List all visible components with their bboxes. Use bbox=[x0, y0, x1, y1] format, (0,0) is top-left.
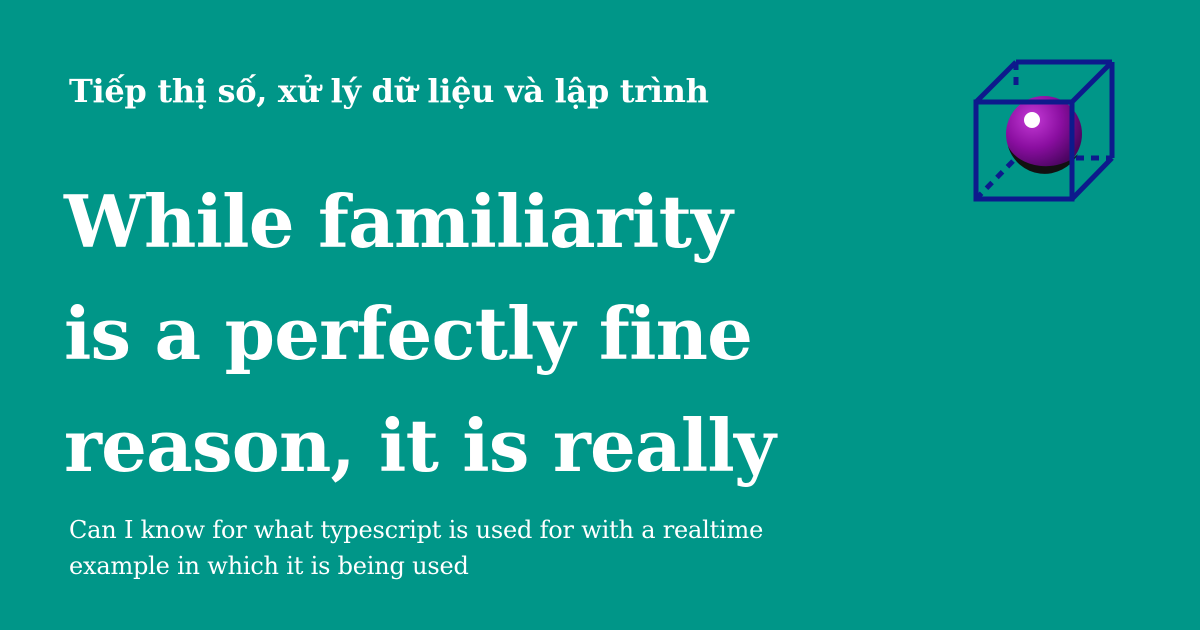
post-headline: While familiarity is a perfectly fine re… bbox=[64, 166, 894, 502]
cube-sphere-icon bbox=[973, 59, 1115, 202]
post-description: Can I know for what typescript is used f… bbox=[69, 512, 929, 584]
headline-line-2: is a perfectly fine bbox=[64, 291, 753, 376]
site-title: Tiếp thị số, xử lý dữ liệu và lập trình bbox=[69, 72, 709, 110]
headline-line-1: While familiarity bbox=[64, 179, 733, 264]
cube-hidden-edge bbox=[974, 156, 1018, 201]
description-line-2: example in which it is being used bbox=[69, 552, 469, 580]
headline-line-3: reason, it is really bbox=[64, 403, 776, 488]
description-line-1: Can I know for what typescript is used f… bbox=[69, 516, 764, 544]
